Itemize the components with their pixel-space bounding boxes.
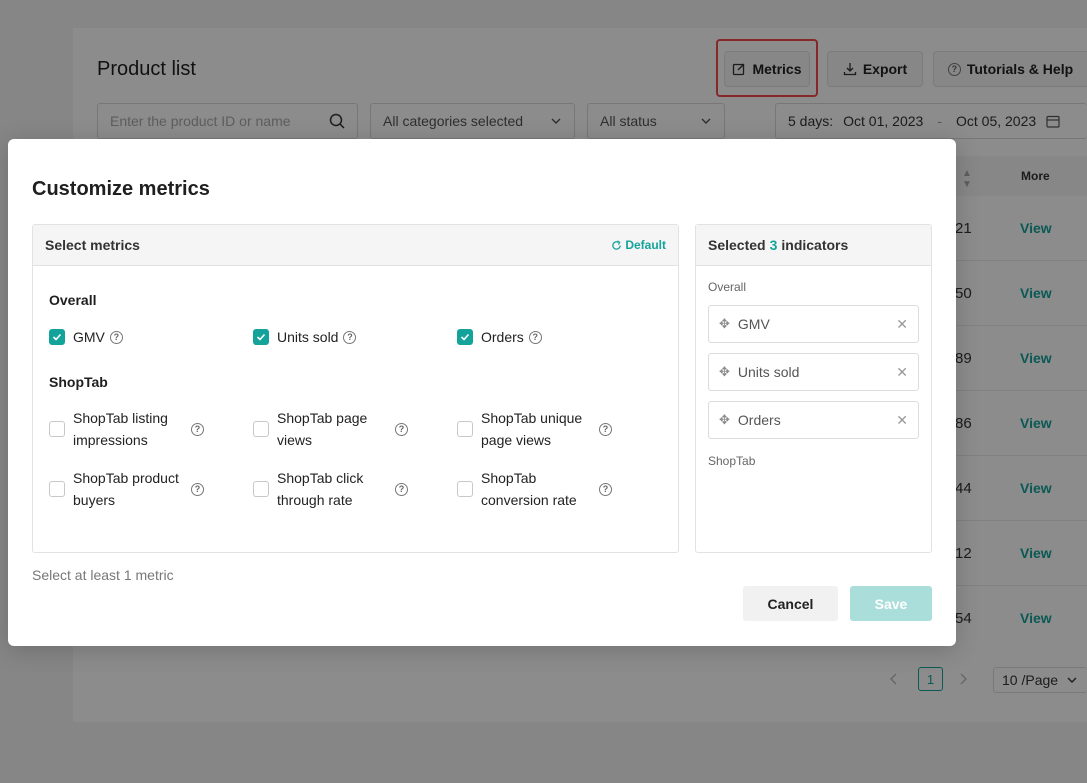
question-circle-icon[interactable]: ? <box>599 422 612 436</box>
select-metrics-heading: Select metrics <box>45 237 140 253</box>
question-circle-icon[interactable]: ? <box>191 482 204 496</box>
default-label: Default <box>625 238 666 252</box>
checkbox-unchecked[interactable] <box>457 421 473 437</box>
check-icon <box>52 333 62 341</box>
checkbox-unchecked[interactable] <box>253 421 269 437</box>
selected-indicators-panel: Selected 3 indicators Overall ✥ GMV ✕ ✥ … <box>695 224 932 553</box>
metric-option-shoptab-product-buyers[interactable]: ShopTab product buyers ? <box>49 467 215 511</box>
selected-group-shoptab: ShopTab <box>708 454 756 468</box>
metric-option-shoptab-conversion-rate[interactable]: ShopTab conversion rate ? <box>457 467 623 511</box>
metric-label: ShopTab click through rate <box>277 470 364 508</box>
selected-indicators-header: Selected 3 indicators <box>696 225 931 266</box>
metric-label: ShopTab unique page views <box>481 410 583 448</box>
selected-group-overall: Overall <box>708 280 747 294</box>
close-icon[interactable]: ✕ <box>896 364 908 381</box>
metric-label: ShopTab conversion rate <box>481 470 577 508</box>
checkbox-unchecked[interactable] <box>253 481 269 497</box>
modal-title: Customize metrics <box>32 178 210 200</box>
select-metrics-header: Select metrics Default <box>33 225 678 266</box>
metric-option-shoptab-listing-impressions[interactable]: ShopTab listing impressions ? <box>49 407 215 451</box>
checkbox-unchecked[interactable] <box>49 421 65 437</box>
metric-option-shoptab-click-through-rate[interactable]: ShopTab click through rate ? <box>253 467 417 511</box>
selected-count: 3 <box>769 237 778 253</box>
checkbox-unchecked[interactable] <box>457 481 473 497</box>
refresh-icon <box>612 239 622 250</box>
close-icon[interactable]: ✕ <box>896 316 908 333</box>
metric-option-units-sold[interactable]: Units sold ? <box>253 326 357 348</box>
metric-option-shoptab-page-views[interactable]: ShopTab page views ? <box>253 407 417 451</box>
checkbox-unchecked[interactable] <box>49 481 65 497</box>
checkbox-checked[interactable] <box>457 329 473 345</box>
question-circle-icon[interactable]: ? <box>395 422 408 436</box>
group-title-overall: Overall <box>49 292 97 308</box>
metric-label: ShopTab product buyers <box>73 470 179 508</box>
metric-label: Units sold <box>277 329 339 345</box>
check-icon <box>256 333 266 341</box>
metric-label: GMV <box>73 329 105 345</box>
customize-metrics-modal: Customize metrics Select metrics Default… <box>8 139 956 646</box>
selected-item-orders[interactable]: ✥ Orders ✕ <box>708 401 919 439</box>
select-metrics-panel: Select metrics Default Overall GMV ? Uni… <box>32 224 679 553</box>
question-circle-icon[interactable]: ? <box>109 330 123 344</box>
drag-handle-icon[interactable]: ✥ <box>719 316 730 332</box>
checkbox-checked[interactable] <box>253 329 269 345</box>
question-circle-icon[interactable]: ? <box>599 482 612 496</box>
question-circle-icon[interactable]: ? <box>395 482 408 496</box>
selected-item-label: Orders <box>737 412 781 428</box>
save-button[interactable]: Save <box>850 586 932 621</box>
selected-heading-prefix: Selected <box>708 237 766 253</box>
metric-label: ShopTab page views <box>277 410 368 448</box>
question-circle-icon[interactable]: ? <box>191 422 204 436</box>
question-circle-icon[interactable]: ? <box>343 330 357 344</box>
selected-heading-suffix: indicators <box>781 237 849 253</box>
check-icon <box>460 333 470 341</box>
metric-option-shoptab-unique-page-views[interactable]: ShopTab unique page views ? <box>457 407 623 451</box>
selected-item-gmv[interactable]: ✥ GMV ✕ <box>708 305 919 343</box>
metric-option-gmv[interactable]: GMV ? <box>49 326 123 348</box>
group-title-shoptab: ShopTab <box>49 374 108 390</box>
metric-label: ShopTab listing impressions <box>73 410 168 448</box>
selected-item-label: Units sold <box>737 364 800 380</box>
default-button[interactable]: Default <box>611 238 666 252</box>
question-circle-icon[interactable]: ? <box>528 330 542 344</box>
min-metric-hint: Select at least 1 metric <box>32 567 174 583</box>
metric-label: Orders <box>481 329 524 345</box>
checkbox-checked[interactable] <box>49 329 65 345</box>
selected-item-units-sold[interactable]: ✥ Units sold ✕ <box>708 353 919 391</box>
selected-item-label: GMV <box>737 316 770 332</box>
cancel-button[interactable]: Cancel <box>743 586 838 621</box>
drag-handle-icon[interactable]: ✥ <box>719 412 730 428</box>
drag-handle-icon[interactable]: ✥ <box>719 364 730 380</box>
close-icon[interactable]: ✕ <box>896 412 908 429</box>
metric-option-orders[interactable]: Orders ? <box>457 326 542 348</box>
